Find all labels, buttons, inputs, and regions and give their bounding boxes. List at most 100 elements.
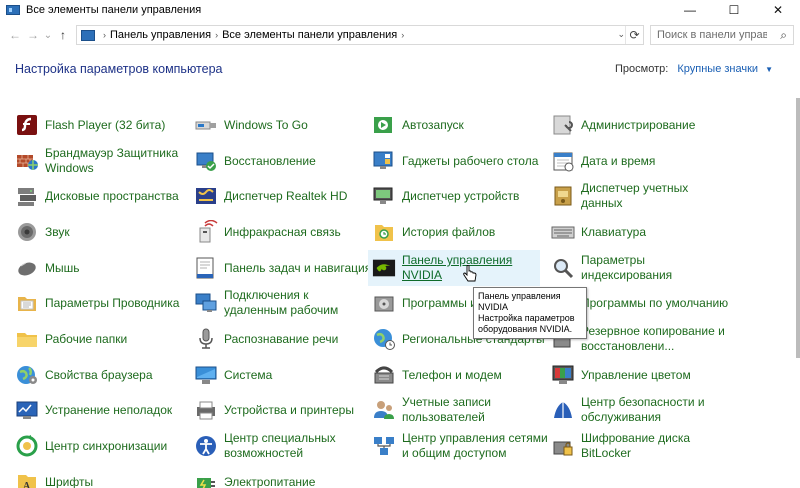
control-panel-item[interactable]: Мышь — [15, 250, 80, 286]
dropdown-arrow-icon[interactable]: ▼ — [765, 65, 773, 74]
control-panel-item[interactable]: Инфракрасная связь — [194, 214, 341, 250]
control-panel-item[interactable]: Администрирование — [551, 107, 695, 143]
control-panel-item[interactable]: Система — [194, 357, 272, 393]
control-panel-item[interactable]: Подключения к удаленным рабочим — [194, 285, 374, 321]
control-panel-item[interactable]: Гаджеты рабочего стола — [372, 143, 538, 179]
breadcrumb-control-panel[interactable]: Панель управления — [110, 29, 211, 41]
close-button[interactable]: ✕ — [756, 0, 800, 20]
storage-spaces-icon — [15, 184, 39, 208]
autoplay-icon — [372, 113, 396, 137]
control-panel-item[interactable]: A Шрифты — [15, 464, 93, 488]
control-panel-item-label: Центр управления сетями и общим доступом — [402, 431, 548, 460]
control-panel-item[interactable]: Панель задач и навигация — [194, 250, 371, 286]
control-panel-item-label: Мышь — [45, 260, 80, 275]
network-icon — [372, 434, 396, 458]
mouse-icon — [15, 256, 39, 280]
control-panel-item-label: Шифрование диска BitLocker — [581, 431, 691, 460]
security-center-icon — [551, 398, 575, 422]
maximize-button[interactable]: ☐ — [712, 0, 756, 20]
control-panel-item[interactable]: Параметры Проводника — [15, 285, 179, 321]
fonts-icon: A — [15, 470, 39, 488]
control-panel-item[interactable]: Шифрование диска BitLocker — [551, 428, 731, 464]
printer-icon — [194, 398, 218, 422]
control-panel-item[interactable]: Flash Player (32 бита) — [15, 107, 165, 143]
control-panel-item[interactable]: Диспетчер учетных данных — [551, 178, 731, 214]
search-input[interactable] — [657, 29, 767, 41]
control-panel-item-label: Диспетчер учетных данных — [581, 181, 689, 210]
control-panel-item[interactable]: Панель управления NVIDIA — [368, 250, 540, 286]
control-panel-item[interactable]: Клавиатура — [551, 214, 646, 250]
control-panel-item-label: Центр безопасности и обслуживания — [581, 395, 705, 424]
control-panel-small-icon — [81, 29, 95, 41]
view-by: Просмотр: Крупные значки ▼ — [615, 63, 773, 75]
address-dropdown-icon[interactable]: ⌄ — [617, 29, 625, 40]
control-panel-item[interactable]: Свойства браузера — [15, 357, 153, 393]
control-panel-item[interactable]: Распознавание речи — [194, 321, 338, 357]
control-panel-item[interactable]: Дата и время — [551, 143, 655, 179]
chevron-right-icon: › — [103, 30, 106, 40]
credential-manager-icon — [551, 184, 575, 208]
tooltip: Панель управления NVIDIA Настройка парам… — [473, 287, 587, 339]
view-by-dropdown[interactable]: Крупные значки — [677, 63, 758, 75]
window-title: Все элементы панели управления — [26, 4, 202, 16]
control-panel-item[interactable]: Центр синхронизации — [15, 428, 167, 464]
minimize-button[interactable]: — — [668, 0, 712, 20]
system-icon — [194, 363, 218, 387]
control-panel-icon — [6, 5, 20, 15]
programs-icon — [372, 291, 396, 315]
control-panel-item[interactable]: Центр управления сетями и общим доступом — [372, 428, 552, 464]
work-folders-icon — [15, 327, 39, 351]
control-panel-item-label: Свойства браузера — [45, 367, 153, 382]
control-panel-item[interactable]: Учетные записи пользователей — [372, 392, 552, 428]
control-panel-item-label: История файлов — [402, 224, 496, 239]
back-arrow-icon[interactable]: ← — [6, 25, 24, 45]
scrollbar-thumb[interactable] — [796, 98, 800, 358]
tooltip-line: Настройка параметров — [478, 313, 575, 323]
ease-of-access-icon — [194, 434, 218, 458]
control-panel-item-label: Шрифты — [45, 474, 94, 488]
control-panel-item[interactable]: Электропитание — [194, 464, 315, 488]
control-panel-item[interactable]: Управление цветом — [551, 357, 691, 393]
control-panel-item[interactable]: Брандмауэр Защитника Windows — [15, 143, 195, 179]
up-arrow-icon[interactable]: ↑ — [54, 25, 72, 45]
control-panel-item[interactable]: Центр специальных возможностей — [194, 428, 374, 464]
date-time-icon — [551, 149, 575, 173]
control-panel-item-label: Электропитание — [224, 474, 316, 488]
recent-locations-icon[interactable]: ⌄ — [42, 25, 54, 45]
region-icon — [372, 327, 396, 351]
control-panel-item-label: Параметры индексирования — [581, 253, 673, 282]
control-panel-item[interactable]: Автозапуск — [372, 107, 464, 143]
search-icon[interactable]: ⌕ — [780, 28, 787, 43]
breadcrumb-all-items[interactable]: Все элементы панели управления — [222, 29, 397, 41]
control-panel-item[interactable]: Телефон и модем — [372, 357, 502, 393]
vertical-scrollbar[interactable] — [794, 98, 800, 488]
control-panel-item-label: Центр специальных возможностей — [224, 431, 336, 460]
control-panel-item[interactable]: Параметры индексирования — [551, 250, 731, 286]
address-bar[interactable]: › Панель управления › Все элементы панел… — [76, 25, 644, 45]
flash-icon — [15, 113, 39, 137]
tooltip-line: оборудования NVIDIA. — [478, 324, 573, 334]
control-panel-item[interactable]: Звук — [15, 214, 70, 250]
sync-center-icon — [15, 434, 39, 458]
control-panel-item[interactable]: Рабочие папки — [15, 321, 127, 357]
control-panel-item[interactable]: Устранение неполадок — [15, 392, 172, 428]
control-panel-item[interactable]: Диспетчер устройств — [372, 178, 519, 214]
chevron-right-icon[interactable]: › — [401, 30, 404, 40]
control-panel-item-label: Панель задач и навигация — [224, 260, 372, 275]
view-by-label: Просмотр: — [615, 63, 669, 75]
control-panel-item-label: Программы по умолчанию — [581, 295, 729, 310]
control-panel-item-label: Подключения к удаленным рабочим — [224, 288, 339, 317]
control-panel-item-label: Клавиатура — [581, 224, 646, 239]
control-panel-item[interactable]: История файлов — [372, 214, 495, 250]
forward-arrow-icon[interactable]: → — [24, 25, 42, 45]
refresh-icon[interactable]: ⟳ — [625, 26, 643, 44]
control-panel-item[interactable]: Диспетчер Realtek HD — [194, 178, 347, 214]
search-box[interactable]: ⌕ — [650, 25, 794, 45]
control-panel-item[interactable]: Восстановление — [194, 143, 316, 179]
control-panel-item[interactable]: Дисковые пространства — [15, 178, 179, 214]
recovery-icon — [194, 149, 218, 173]
control-panel-item[interactable]: Центр безопасности и обслуживания — [551, 392, 731, 428]
control-panel-item[interactable]: Устройства и принтеры — [194, 392, 354, 428]
control-panel-item[interactable]: Windows To Go — [194, 107, 308, 143]
usb-icon — [194, 113, 218, 137]
